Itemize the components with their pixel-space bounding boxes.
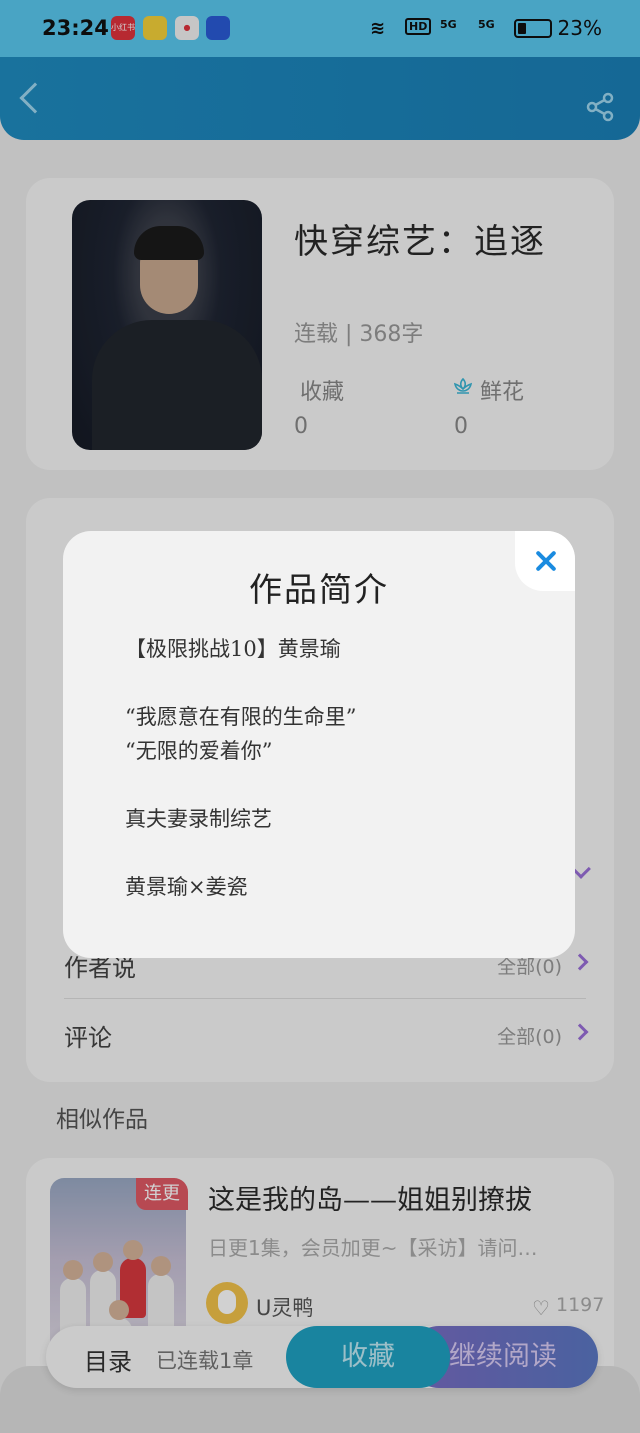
synopsis-line: 黄景瑜×姜瓷 bbox=[125, 875, 248, 899]
synopsis-line: “我愿意在有限的生命里” bbox=[125, 705, 357, 729]
synopsis-line: 【极限挑战10】黄景瑜 bbox=[125, 637, 341, 661]
modal-title: 作品简介 bbox=[249, 570, 389, 609]
synopsis-line: “无限的爱着你” bbox=[125, 739, 273, 763]
synopsis-modal: 作品简介 【极限挑战10】黄景瑜 “我愿意在有限的生命里” “无限的爱着你” 真… bbox=[63, 531, 575, 958]
synopsis-line: 真夫妻录制综艺 bbox=[125, 807, 272, 831]
